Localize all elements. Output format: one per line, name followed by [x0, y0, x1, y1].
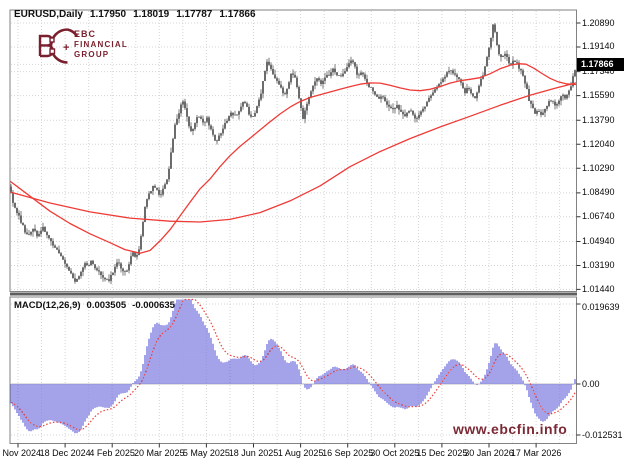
- price-axis-label: 1.01440: [582, 284, 615, 294]
- ebc-logo-text: EBC FINANCIAL GROUP: [74, 29, 128, 59]
- macd-axis-label: -0.012531: [582, 430, 623, 440]
- macd-indicator-header: MACD(12,26,9) 0.003505 -0.000635: [14, 300, 181, 311]
- logo-plus-glyph: +: [63, 42, 69, 54]
- logo-line3: GROUP: [74, 50, 128, 59]
- panel-separator[interactable]: [10, 293, 577, 296]
- price-axis-label: 1.17340: [582, 66, 615, 76]
- symbol-ohlc-header: EURUSD,Daily 1.17950 1.18019 1.17787 1.17866: [14, 9, 263, 20]
- price-axis-label: 1.12040: [582, 139, 615, 149]
- price-axis-label: 1.10290: [582, 163, 615, 173]
- high-value: 1.18019: [133, 9, 169, 20]
- logo-line1: EBC: [74, 29, 128, 39]
- macd-signal-value: -0.000635: [132, 300, 175, 311]
- price-axis-label: 1.06740: [582, 211, 615, 221]
- logo-line2: FINANCIAL: [74, 40, 128, 49]
- macd-main-value: 0.003505: [87, 300, 127, 311]
- price-axis-label: 1.19140: [582, 41, 615, 51]
- low-value: 1.17787: [176, 9, 212, 20]
- price-axis-label: 1.04940: [582, 236, 615, 246]
- price-axis-label: 1.15590: [582, 90, 615, 100]
- open-value: 1.17950: [90, 9, 126, 20]
- macd-axis-label: 0.00: [582, 379, 600, 389]
- price-axis-label: 1.03190: [582, 260, 615, 270]
- date-axis-label: 17 Mar 2026: [499, 448, 573, 458]
- price-axis-label: 1.08490: [582, 187, 615, 197]
- macd-axis-label: 0.019639: [582, 302, 620, 312]
- price-axis-label: 1.13790: [582, 115, 615, 125]
- symbol-period-label: EURUSD,Daily: [14, 9, 83, 20]
- chart-window: EURUSD,Daily 1.17950 1.18019 1.17787 1.17866…: [0, 0, 625, 465]
- macd-label: MACD(12,26,9): [14, 300, 81, 311]
- close-value: 1.17866: [219, 9, 255, 20]
- price-axis-label: 1.20890: [582, 18, 615, 28]
- ebc-logo: + EBC FINANCIAL GROUP: [26, 26, 156, 70]
- watermark-link: www.ebcfin.info: [453, 421, 567, 437]
